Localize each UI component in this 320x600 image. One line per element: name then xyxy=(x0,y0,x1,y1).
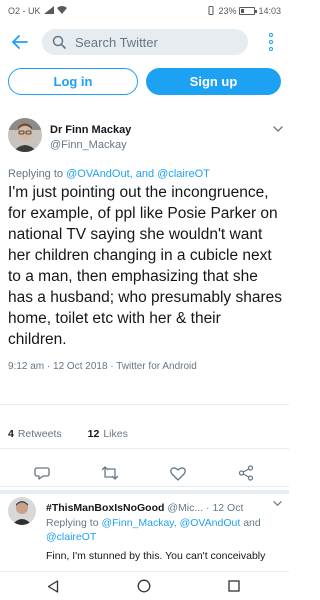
circle-home-icon xyxy=(137,579,151,593)
reply-avatar[interactable] xyxy=(8,497,36,525)
avatar[interactable] xyxy=(8,118,42,152)
reply-replying-to: Replying to @Finn_Mackay, @OVAndOut and … xyxy=(46,516,281,544)
triangle-back-icon xyxy=(47,579,59,593)
reply-date: 12 Oct xyxy=(212,502,244,514)
author-name[interactable]: Dr Finn Mackay xyxy=(50,124,131,136)
status-bar-right: 23% 14:03 xyxy=(207,5,281,17)
auth-buttons: Log in Sign up xyxy=(0,68,289,95)
like-button[interactable] xyxy=(168,463,188,483)
retweets-count[interactable]: 4 xyxy=(8,428,14,440)
reply-mention-link[interactable]: @claireOT xyxy=(46,531,96,543)
carrier-label: O2 - UK xyxy=(8,6,41,16)
more-vertical-icon[interactable] xyxy=(264,31,278,53)
heart-icon xyxy=(170,466,186,481)
status-bar: O2 - UK 23% 14:03 xyxy=(0,0,289,22)
reply-mentions-link[interactable]: @Finn_Mackay, @OVAndOut xyxy=(101,517,240,529)
chevron-down-icon[interactable] xyxy=(273,499,282,508)
tweet-stats: 4 Retweets 12 Likes xyxy=(8,428,128,440)
reply-author-name[interactable]: #ThisManBoxIsNoGood xyxy=(46,502,164,514)
square-recents-icon xyxy=(228,580,240,592)
replying-prefix: Replying to xyxy=(8,168,64,180)
chevron-down-icon[interactable] xyxy=(273,124,283,134)
signal-icon xyxy=(43,6,54,16)
avatar-image xyxy=(8,118,42,152)
reply-icon xyxy=(34,467,50,480)
back-button[interactable] xyxy=(8,30,32,54)
replying-mentions-link[interactable]: @OVAndOut, and @claireOT xyxy=(66,168,210,180)
retweet-button[interactable] xyxy=(100,463,120,483)
tweet-actions xyxy=(0,463,289,483)
reply-author-handle[interactable]: @Mic... xyxy=(167,502,203,514)
tweet-text: I'm just pointing out the incongruence, … xyxy=(8,184,282,348)
search-header xyxy=(0,26,289,58)
status-bar-left: O2 - UK xyxy=(8,6,67,16)
reply-button[interactable] xyxy=(32,463,52,483)
login-button[interactable]: Log in xyxy=(8,68,138,95)
reply-replying-and: and xyxy=(243,517,261,529)
arrow-left-icon xyxy=(12,35,28,49)
search-input[interactable] xyxy=(75,34,235,50)
search-icon xyxy=(52,35,66,49)
battery-icon xyxy=(239,7,258,15)
nav-home-button[interactable] xyxy=(136,578,152,594)
share-button[interactable] xyxy=(236,463,256,483)
reply-dot: · xyxy=(206,502,210,514)
nav-recents-button[interactable] xyxy=(226,578,242,594)
retweets-label[interactable]: Retweets xyxy=(18,428,62,440)
system-nav-bar xyxy=(0,571,289,600)
more-dot xyxy=(269,40,273,44)
battery-percent: 23% xyxy=(218,6,237,16)
section-separator xyxy=(0,490,289,494)
wifi-icon xyxy=(56,6,67,16)
likes-label[interactable]: Likes xyxy=(103,428,128,440)
search-box[interactable] xyxy=(42,29,248,55)
divider xyxy=(0,486,289,487)
author-handle[interactable]: @Finn_Mackay xyxy=(50,139,127,151)
more-dot xyxy=(269,47,273,51)
tweet-meta: 9:12 am · 12 Oct 2018 · Twitter for Andr… xyxy=(8,361,197,372)
reply-text: Finn, I'm stunned by this. You can't con… xyxy=(46,550,266,562)
share-icon xyxy=(238,465,254,481)
vibrate-icon xyxy=(207,5,215,17)
divider xyxy=(0,404,289,405)
signup-button[interactable]: Sign up xyxy=(146,68,281,95)
reply-header: #ThisManBoxIsNoGood @Mic... · 12 Oct xyxy=(46,502,281,514)
replying-to: Replying to @OVAndOut, and @claireOT xyxy=(8,168,210,180)
retweet-icon xyxy=(101,466,119,480)
reply-replying-prefix: Replying to xyxy=(46,517,99,529)
nav-back-button[interactable] xyxy=(45,578,61,594)
clock: 14:03 xyxy=(258,6,281,16)
more-dot xyxy=(269,33,273,37)
likes-count[interactable]: 12 xyxy=(88,428,100,440)
reply-avatar-image xyxy=(8,497,36,525)
divider xyxy=(0,448,289,449)
